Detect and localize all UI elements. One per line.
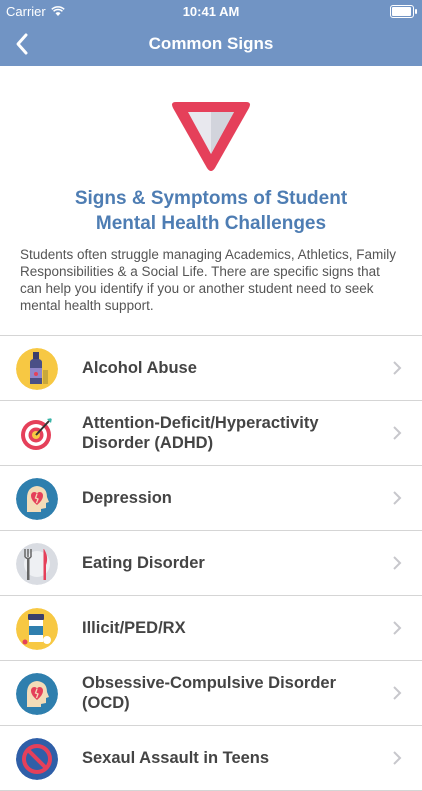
list-item-label: Sexaul Assault in Teens xyxy=(82,749,270,767)
chevron-right-icon xyxy=(393,361,402,375)
chevron-right-icon xyxy=(393,426,402,440)
list-item-label: Depression xyxy=(82,489,172,507)
list-item-label: Alcohol Abuse xyxy=(82,359,197,377)
battery-icon xyxy=(390,5,417,18)
alcohol-bottle-icon xyxy=(16,348,58,390)
fork-knife-icon xyxy=(16,543,58,585)
list-item-sexual-assault[interactable]: Sexaul Assault in Teens xyxy=(0,726,422,791)
target-icon xyxy=(16,413,58,455)
signs-list: Alcohol Abuse Attention-Deficit/Hyperact… xyxy=(0,335,422,791)
hero-description: Students often struggle managing Academi… xyxy=(20,247,396,313)
hero-title-line1: Signs & Symptoms of Student xyxy=(74,188,348,209)
nav-bar: Common Signs xyxy=(0,22,422,66)
list-item-label: Attention-Deficit/Hyperactivity Disorder… xyxy=(82,414,319,452)
pill-bottle-icon xyxy=(16,608,58,650)
chevron-right-icon xyxy=(393,556,402,570)
no-sign-icon xyxy=(16,738,58,780)
status-bar: Carrier 10:41 AM xyxy=(0,0,422,22)
chevron-right-icon xyxy=(393,621,402,635)
list-item-label: Obsessive-Compulsive Disorder (OCD) xyxy=(82,674,337,712)
list-item-eating-disorder[interactable]: Eating Disorder xyxy=(0,531,422,596)
status-time: 10:41 AM xyxy=(182,4,240,19)
list-item-ocd[interactable]: Obsessive-Compulsive Disorder (OCD) xyxy=(0,661,422,726)
list-item-adhd[interactable]: Attention-Deficit/Hyperactivity Disorder… xyxy=(0,401,422,466)
nav-title: Common Signs xyxy=(148,34,274,53)
yield-sign-icon xyxy=(172,102,250,171)
chevron-right-icon xyxy=(393,491,402,505)
list-item-label: Illicit/PED/RX xyxy=(82,619,186,637)
chevron-right-icon xyxy=(393,686,402,700)
hero-section: Signs & Symptoms of Student Mental Healt… xyxy=(0,66,422,336)
broken-heart-head-icon xyxy=(16,478,58,520)
list-item-depression[interactable]: Depression xyxy=(0,466,422,531)
list-item-illicit-ped-rx[interactable]: Illicit/PED/RX xyxy=(0,596,422,661)
broken-heart-head-icon xyxy=(16,673,58,715)
hero-title-line2: Mental Health Challenges xyxy=(95,213,327,234)
list-item-label: Eating Disorder xyxy=(82,554,205,572)
chevron-right-icon xyxy=(393,751,402,765)
list-item-alcohol-abuse[interactable]: Alcohol Abuse xyxy=(0,336,422,401)
hero-title: Signs & Symptoms of Student Mental Healt… xyxy=(10,186,412,236)
